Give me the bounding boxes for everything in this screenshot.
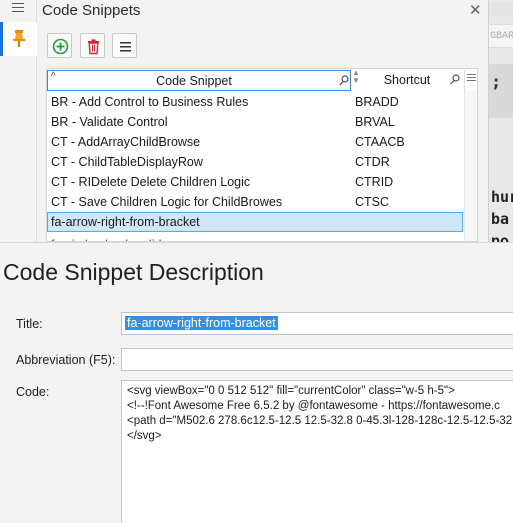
background-tab	[489, 2, 513, 16]
menu-button[interactable]	[112, 33, 137, 58]
snippet-cell: CT - Save Children Logic for ChildBrowes	[51, 195, 283, 209]
description-heading: Code Snippet Description	[3, 259, 264, 285]
title-field[interactable]: fa-arrow-right-from-bracket	[121, 312, 513, 335]
grid-scrollbar[interactable]	[464, 91, 477, 241]
column-label: Code Snippet	[156, 74, 232, 88]
background-code-text: hur	[491, 188, 513, 206]
trash-icon	[88, 39, 99, 55]
search-icon[interactable]	[339, 75, 349, 86]
snippet-cell: CT - RIDelete Delete Children Logic	[51, 175, 251, 189]
table-row[interactable]: BR - Add Control to Business Rules BRADD	[47, 92, 463, 112]
table-row[interactable]: BR - Validate Control BRVAL	[47, 112, 463, 132]
column-label: Shortcut	[383, 73, 431, 87]
title-label: Title:	[16, 317, 43, 331]
code-line: <path d="M502.6 278.6c12.5-12.5 12.5-32.…	[127, 415, 513, 427]
shortcut-cell: CTDR	[355, 155, 390, 169]
panel-title: Code Snippets	[42, 2, 141, 19]
shortcut-cell: BRADD	[355, 95, 399, 109]
snippet-cell: BR - Add Control to Business Rules	[51, 95, 249, 109]
delete-snippet-button[interactable]	[80, 33, 105, 58]
search-icon[interactable]	[450, 74, 460, 85]
background-editor: GBAR ; hur ba po	[488, 0, 513, 242]
left-strip	[0, 0, 37, 242]
column-header-code-snippet[interactable]: ^ Code Snippet	[47, 70, 351, 91]
snippet-cell: BR - Validate Control	[51, 115, 168, 129]
column-header-shortcut[interactable]: ▲ ▼ Shortcut	[351, 69, 465, 91]
table-row[interactable]: CT - Save Children Logic for ChildBrowes…	[47, 192, 463, 212]
hamburger-icon	[120, 42, 131, 52]
close-icon[interactable]: ✕	[469, 1, 482, 19]
column-chooser-icon[interactable]	[467, 74, 476, 83]
table-row-selected[interactable]: fa-arrow-right-from-bracket	[47, 212, 463, 232]
abbreviation-field[interactable]	[121, 348, 513, 371]
snippet-cell: fa-arrow-right-from-bracket	[51, 215, 200, 229]
table-row[interactable]: fa-circle-check-solid	[47, 232, 463, 241]
pin-tab[interactable]	[0, 22, 37, 56]
table-row[interactable]: CT - AddArrayChildBrowse CTAACB	[47, 132, 463, 152]
code-editor[interactable]: <svg viewBox="0 0 512 512" fill="current…	[121, 380, 513, 523]
code-line: </svg>	[127, 430, 162, 442]
background-code-text: po	[491, 232, 510, 242]
table-row[interactable]: CT - ChildTableDisplayRow CTDR	[47, 152, 463, 172]
background-code-highlight: ;	[489, 64, 513, 118]
pin-icon	[13, 30, 25, 47]
shortcut-cell: CTAACB	[355, 135, 405, 149]
snippet-description-panel: Code Snippet Description Title: fa-arrow…	[0, 242, 513, 523]
background-toolbar: GBAR	[489, 24, 513, 48]
code-line: <svg viewBox="0 0 512 512" fill="current…	[127, 385, 455, 397]
snippets-grid: ^ Code Snippet ▲ ▼ Shortcut BR - Add Cont…	[46, 68, 478, 242]
background-code-text: ;	[491, 72, 502, 92]
hamburger-icon[interactable]	[12, 3, 24, 13]
title-field-value: fa-arrow-right-from-bracket	[125, 316, 278, 330]
abbreviation-label: Abbreviation (F5):	[16, 353, 116, 367]
add-snippet-button[interactable]	[47, 33, 72, 58]
code-label: Code:	[16, 385, 50, 399]
snippet-cell: CT - AddArrayChildBrowse	[51, 135, 201, 149]
plus-circle-icon	[52, 38, 69, 55]
shortcut-cell: CTRID	[355, 175, 394, 189]
code-snippets-panel: Code Snippets ✕ ^ Code Snippet ▲ ▼ Short…	[37, 0, 488, 242]
code-line: <!--!Font Awesome Free 6.5.2 by @fontawe…	[127, 400, 500, 412]
shortcut-cell: BRVAL	[355, 115, 395, 129]
grid-header: ^ Code Snippet ▲ ▼ Shortcut	[47, 69, 477, 91]
shortcut-cell: CTSC	[355, 195, 390, 209]
snippet-cell: CT - ChildTableDisplayRow	[51, 155, 203, 169]
background-code-text: ba	[491, 210, 510, 228]
table-row[interactable]: CT - RIDelete Delete Children Logic CTRI…	[47, 172, 463, 192]
